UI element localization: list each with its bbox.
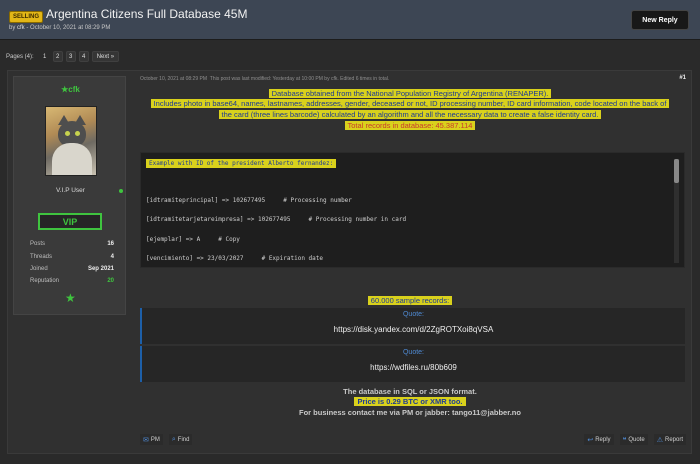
page-2-link[interactable]: 2 <box>52 51 63 62</box>
search-icon: ⌕ <box>171 435 176 443</box>
post-date: October 10, 2021 at 08:29 PM <box>140 76 207 82</box>
quote-block: Quote: https://wdfiles.ru/80b609 <box>140 346 685 382</box>
quote-block: Quote: https://disk.yandex.com/d/2ZgROTX… <box>140 308 685 344</box>
quote-link[interactable]: https://wdfiles.ru/80b609 <box>142 363 685 372</box>
code-line: [vencimiento] => 23/03/2027 # Expiration… <box>146 255 324 262</box>
code-block[interactable]: Example with ID of the president Alberto… <box>140 152 685 268</box>
code-line: [ejemplar] => A # Copy <box>146 236 240 243</box>
sample-records-label: 60.000 sample records: <box>135 296 685 306</box>
stat-joined: Joined Sep 2021 <box>30 266 114 272</box>
post-actions-left: ✉ PM ⌕ Find <box>140 434 193 445</box>
quote-label: Quote: <box>402 311 424 318</box>
code-line: [idtramiteprincipal] => 102677495 # Proc… <box>146 197 352 204</box>
page-1: 1 <box>43 53 47 60</box>
code-line: [idtramitetarjetareimpresa] => 102677495… <box>146 216 407 223</box>
stat-threads: Threads 4 <box>30 254 114 260</box>
stat-reputation[interactable]: Reputation 20 <box>30 278 114 284</box>
intro-line: Includes photo in base64, names, lastnam… <box>135 99 685 109</box>
vip-badge: VIP <box>38 213 102 230</box>
scrollbar-thumb[interactable] <box>674 159 679 183</box>
user-panel: ★cfk V.I.P User VIP Posts 16 Threads 4 Joi… <box>13 76 126 315</box>
edit-note: This post was last modified: Yesterday a… <box>209 76 390 82</box>
stat-posts: Posts 16 <box>30 241 114 247</box>
pages-label: Pages (4): <box>6 53 34 60</box>
intro-line: Database obtained from the National Popu… <box>135 89 685 99</box>
code-header: Example with ID of the president Alberto… <box>146 159 337 168</box>
message-icon: ✉ <box>143 436 149 444</box>
page-4-link[interactable]: 4 <box>78 51 89 62</box>
quote-link[interactable]: https://disk.yandex.com/d/2ZgROTXoi8qVSA <box>142 325 685 334</box>
reply-icon: ↩ <box>587 436 594 444</box>
thread-title: Argentina Citizens Full Database 45M <box>46 7 248 21</box>
intro-line: the card (three lines barcode) calculate… <box>135 110 685 120</box>
post-meta: October 10, 2021 at 08:29 PM This post w… <box>140 76 389 82</box>
page-3-link[interactable]: 3 <box>65 51 76 62</box>
user-title: V.I.P User <box>56 187 85 194</box>
quote-icon: ❝ <box>622 436 627 444</box>
thread-meta: by cfk - October 10, 2021 at 08:29 PM <box>9 25 111 31</box>
reputation-star-icon: ★ <box>65 291 76 305</box>
pagination: Pages (4): 1 2 3 4 Next » <box>6 51 120 62</box>
report-icon: ⚠ <box>656 436 663 444</box>
online-status-icon <box>119 189 123 193</box>
next-page-link[interactable]: Next » <box>91 51 120 62</box>
contact-line: For business contact me via PM or jabber… <box>299 408 521 417</box>
reply-button[interactable]: ↩ Reply <box>584 434 614 445</box>
username[interactable]: ★cfk <box>14 85 127 94</box>
post-actions-right: ↩ Reply ❝ Quote ⚠ Report <box>584 434 686 445</box>
selling-badge: SELLING <box>9 11 44 23</box>
format-line: The database in SQL or JSON format. <box>343 387 477 396</box>
report-button[interactable]: ⚠ Report <box>653 434 686 445</box>
avatar[interactable] <box>45 106 97 176</box>
find-button[interactable]: ⌕ Find <box>168 434 193 445</box>
new-reply-button[interactable]: New Reply <box>631 10 689 30</box>
thread-author-link[interactable]: cfk <box>17 25 25 31</box>
total-records: Total records in database: 45.387.114 <box>135 121 685 131</box>
post-number-link[interactable]: #1 <box>679 75 686 81</box>
thread-date: October 10, 2021 at 08:29 PM <box>30 25 111 31</box>
price-line: Price is 0.29 BTC or XMR too. <box>135 397 685 407</box>
pm-button[interactable]: ✉ PM <box>140 434 163 445</box>
thread-header: SELLING Argentina Citizens Full Database… <box>0 0 700 40</box>
code-scrollbar[interactable] <box>674 159 679 263</box>
quote-button[interactable]: ❝ Quote <box>619 434 648 445</box>
quote-label: Quote: <box>402 349 424 356</box>
